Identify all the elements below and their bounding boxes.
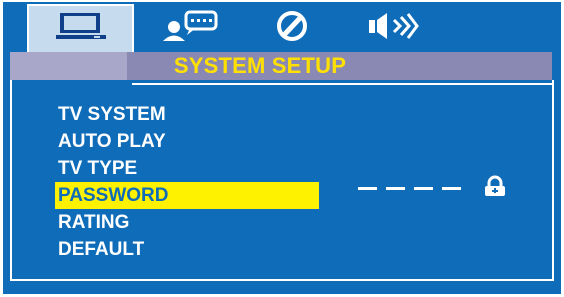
menu-item-tv-system[interactable]: TV SYSTEM — [55, 101, 319, 128]
menu-item-default[interactable]: DEFAULT — [55, 236, 319, 263]
setup-menu: TV SYSTEM AUTO PLAY TV TYPE PASSWORD RAT… — [55, 101, 319, 263]
password-digit-placeholder — [442, 187, 461, 190]
tab-video-setup[interactable] — [262, 6, 322, 46]
video-disc-icon — [277, 11, 307, 41]
password-digit-placeholder — [386, 187, 405, 190]
language-person-speech-icon — [163, 10, 218, 41]
tv-monitor-icon — [55, 13, 106, 39]
menu-item-auto-play[interactable]: AUTO PLAY — [55, 128, 319, 155]
header-band-tab-extension — [10, 52, 127, 80]
tab-language-setup[interactable] — [150, 6, 230, 46]
page-title: SYSTEM SETUP — [173, 53, 347, 78]
lock-icon — [485, 175, 505, 196]
password-value-field[interactable] — [358, 187, 461, 190]
password-digit-placeholder — [414, 187, 433, 190]
speaker-audio-icon — [368, 13, 419, 39]
tab-audio-setup[interactable] — [355, 6, 430, 46]
menu-item-password[interactable]: PASSWORD — [55, 182, 319, 209]
menu-item-tv-type[interactable]: TV TYPE — [55, 155, 319, 182]
menu-item-rating[interactable]: RATING — [55, 209, 319, 236]
password-digit-placeholder — [358, 187, 377, 190]
osd-screen: SYSTEM SETUP TV SYSTEM AUTO PLAY TV TYPE… — [0, 0, 564, 297]
tab-system-setup[interactable] — [30, 6, 131, 46]
frame-divider — [132, 83, 552, 85]
